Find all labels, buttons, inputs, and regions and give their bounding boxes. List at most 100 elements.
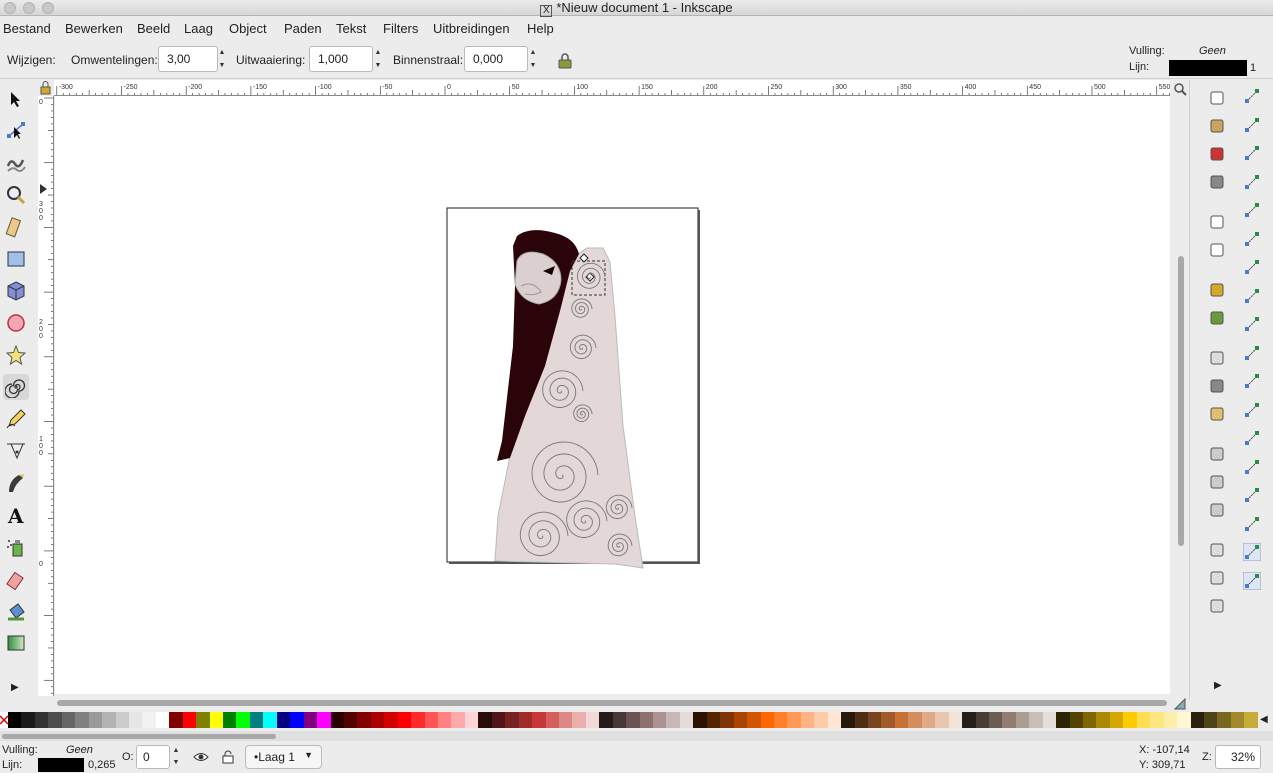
turns-stepper[interactable]: ▲ ▼ — [216, 46, 228, 72]
zoom-corner-icon[interactable] — [1173, 82, 1187, 96]
palette-swatch[interactable] — [1150, 712, 1164, 728]
redo-icon[interactable] — [1207, 308, 1227, 328]
palette-swatch[interactable] — [370, 712, 385, 728]
palette-swatch[interactable] — [962, 712, 976, 728]
palette-swatch[interactable] — [276, 712, 291, 728]
paste-icon[interactable] — [1207, 404, 1227, 424]
snap-toggle-icon[interactable] — [1242, 86, 1262, 106]
palette-swatch[interactable] — [357, 712, 371, 728]
palette-swatch[interactable] — [491, 712, 506, 728]
group-icon[interactable] — [1207, 568, 1227, 588]
undo-icon[interactable] — [1207, 280, 1227, 300]
palette-swatch[interactable] — [115, 712, 129, 728]
palette-swatch[interactable] — [1109, 712, 1124, 728]
inner-radius-stepper[interactable]: ▲ ▼ — [527, 46, 539, 72]
open-doc-icon[interactable] — [1207, 116, 1227, 136]
menu-uitbreidingen[interactable]: Uitbreidingen — [433, 21, 510, 36]
palette-swatch[interactable] — [1190, 712, 1204, 728]
rect-tool-icon[interactable] — [3, 246, 29, 272]
palette-swatch[interactable] — [155, 712, 170, 728]
palette-swatch[interactable] — [1163, 712, 1178, 728]
drawing-canvas[interactable] — [55, 96, 1170, 694]
cms-toggle-icon[interactable] — [1173, 697, 1187, 711]
palette-swatch[interactable] — [518, 712, 533, 728]
reset-defaults-icon[interactable] — [557, 53, 573, 72]
palette-swatch[interactable] — [679, 712, 694, 728]
palette-swatch[interactable] — [653, 712, 667, 728]
palette-swatch[interactable] — [558, 712, 573, 728]
layer-dropdown[interactable]: •Laag 1 ▼ — [245, 745, 322, 769]
palette-swatch[interactable] — [290, 712, 304, 728]
zoom-selection-icon[interactable] — [1207, 444, 1227, 464]
inner-radius-input[interactable]: 0,000 — [464, 46, 528, 72]
palette-swatch[interactable] — [128, 712, 143, 728]
snap-bbox-corner-icon[interactable] — [1242, 172, 1262, 192]
status-fill-value[interactable]: Geen — [66, 744, 93, 756]
menu-beeld[interactable]: Beeld — [137, 21, 170, 36]
horizontal-scroll-thumb[interactable] — [57, 700, 1167, 706]
palette-swatch[interactable] — [827, 712, 842, 728]
import-icon[interactable] — [1207, 212, 1227, 232]
snap-rotation-center-icon[interactable] — [1242, 457, 1262, 477]
star-tool-icon[interactable] — [3, 342, 29, 368]
palette-scrollbar[interactable] — [0, 731, 1273, 741]
bucket-tool-icon[interactable] — [3, 598, 29, 624]
save-doc-icon[interactable] — [1207, 144, 1227, 164]
snap-intersection-icon[interactable] — [1242, 314, 1262, 334]
node-tool-icon[interactable] — [3, 118, 29, 144]
palette-swatch[interactable] — [572, 712, 586, 728]
palette-swatch[interactable] — [343, 712, 358, 728]
ungroup-icon[interactable] — [1207, 596, 1227, 616]
stroke-indicator-swatch[interactable] — [1169, 60, 1247, 76]
snap-grid-icon[interactable] — [1242, 542, 1262, 562]
snap-center-icon[interactable] — [1242, 428, 1262, 448]
snap-midpoint-icon[interactable] — [1242, 400, 1262, 420]
palette-swatch[interactable] — [397, 712, 412, 728]
new-doc-icon[interactable] — [1207, 88, 1227, 108]
palette-menu-icon[interactable]: ◀ — [1260, 714, 1268, 725]
palette-swatch[interactable] — [908, 712, 922, 728]
palette-swatch[interactable] — [693, 712, 707, 728]
gradient-tool-icon[interactable] — [3, 630, 29, 656]
copy-icon[interactable] — [1207, 348, 1227, 368]
palette-swatch[interactable] — [236, 712, 250, 728]
palette-swatch[interactable] — [747, 712, 761, 728]
zoom-input[interactable]: 32% — [1215, 745, 1261, 769]
palette-swatch[interactable] — [384, 712, 398, 728]
palette-swatch[interactable] — [8, 712, 22, 728]
status-stroke-swatch[interactable] — [38, 758, 84, 772]
palette-swatch[interactable] — [209, 712, 223, 728]
palette-swatch[interactable] — [1042, 712, 1057, 728]
no-paint-swatch[interactable] — [0, 712, 9, 728]
ellipse-tool-icon[interactable] — [3, 310, 29, 336]
palette-swatch[interactable] — [1244, 712, 1258, 728]
palette-swatch[interactable] — [814, 712, 828, 728]
snap-smooth-icon[interactable] — [1242, 371, 1262, 391]
toolbox-more-icon[interactable]: ▶ — [11, 682, 19, 693]
palette-swatch[interactable] — [975, 712, 989, 728]
palette-swatch[interactable] — [585, 712, 600, 728]
menu-laag[interactable]: Laag — [184, 21, 213, 36]
palette-swatch[interactable] — [720, 712, 734, 728]
pencil-tool-icon[interactable] — [3, 406, 29, 432]
palette-swatch[interactable] — [666, 712, 680, 728]
palette-swatch[interactable] — [249, 712, 264, 728]
palette-swatch[interactable] — [1002, 712, 1016, 728]
palette-swatch[interactable] — [1217, 712, 1231, 728]
spray-tool-icon[interactable] — [3, 534, 29, 560]
palette-swatch[interactable] — [102, 712, 116, 728]
palette-swatch[interactable] — [1203, 712, 1218, 728]
palette-swatch[interactable] — [142, 712, 156, 728]
palette-swatch[interactable] — [411, 712, 425, 728]
zoom-page-icon[interactable] — [1207, 500, 1227, 520]
layer-visibility-icon[interactable] — [193, 750, 209, 767]
opacity-input[interactable]: 0 — [136, 745, 170, 769]
stroke-width-indicator[interactable]: 1 — [1250, 62, 1256, 74]
menu-filters[interactable]: Filters — [383, 21, 418, 36]
export-icon[interactable] — [1207, 240, 1227, 260]
vertical-scroll-thumb[interactable] — [1178, 256, 1184, 546]
palette-swatch[interactable] — [894, 712, 909, 728]
palette-swatch[interactable] — [921, 712, 936, 728]
palette-swatch[interactable] — [881, 712, 895, 728]
menu-bestand[interactable]: Bestand — [3, 21, 51, 36]
